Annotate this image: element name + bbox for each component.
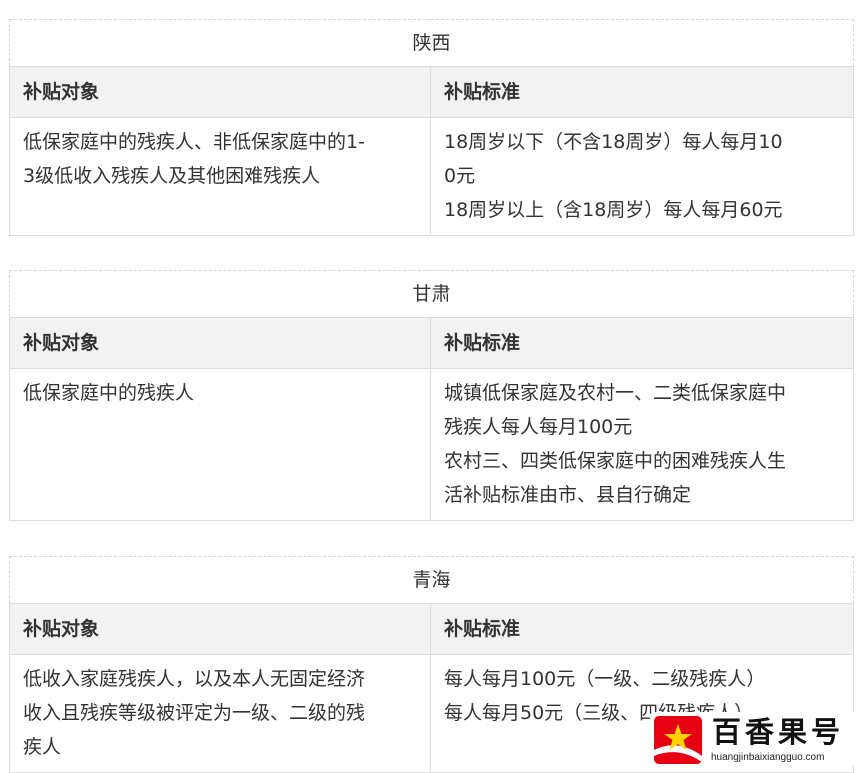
province-title: 青海 bbox=[8, 556, 855, 604]
table-row: 低保家庭中的残疾人、非低保家庭中的1- 3级低收入残疾人及其他困难残疾人 18周… bbox=[9, 117, 855, 236]
logo-name: 百香果号 bbox=[712, 715, 845, 749]
standard-cell: 城镇低保家庭及农村一、二类低保家庭中 残疾人每人每月100元 农村三、四类低保家… bbox=[429, 368, 855, 521]
watermark-logo: 百香果号 huangjinbaixiangguo.com bbox=[650, 712, 856, 766]
column-header-standard: 补贴标准 bbox=[429, 66, 855, 118]
logo-site: huangjinbaixiangguo.com bbox=[711, 752, 825, 763]
standard-cell: 18周岁以下（不含18周岁）每人每月10 0元 18周岁以上（含18周岁）每人每… bbox=[429, 117, 855, 236]
target-cell: 低保家庭中的残疾人 bbox=[9, 368, 431, 521]
column-header-standard: 补贴标准 bbox=[429, 317, 855, 369]
column-header-target: 补贴对象 bbox=[9, 317, 431, 369]
subsidy-table-shaanxi: 陕西 补贴对象 补贴标准 低保家庭中的残疾人、非低保家庭中的1- 3级低收入残疾… bbox=[8, 19, 855, 236]
target-cell: 低收入家庭残疾人，以及本人无固定经济 收入且残疾等级被评定为一级、二级的残 疾人 bbox=[9, 654, 431, 773]
subsidy-table-gansu: 甘肃 补贴对象 补贴标准 低保家庭中的残疾人 城镇低保家庭及农村一、二类低保家庭… bbox=[8, 270, 855, 521]
province-title: 甘肃 bbox=[8, 270, 855, 318]
target-cell: 低保家庭中的残疾人、非低保家庭中的1- 3级低收入残疾人及其他困难残疾人 bbox=[9, 117, 431, 236]
province-title: 陕西 bbox=[8, 19, 855, 67]
column-header-target: 补贴对象 bbox=[9, 603, 431, 655]
logo-star-icon bbox=[654, 716, 702, 764]
column-header-standard: 补贴标准 bbox=[429, 603, 855, 655]
column-header-target: 补贴对象 bbox=[9, 66, 431, 118]
table-row: 低保家庭中的残疾人 城镇低保家庭及农村一、二类低保家庭中 残疾人每人每月100元… bbox=[9, 368, 855, 521]
